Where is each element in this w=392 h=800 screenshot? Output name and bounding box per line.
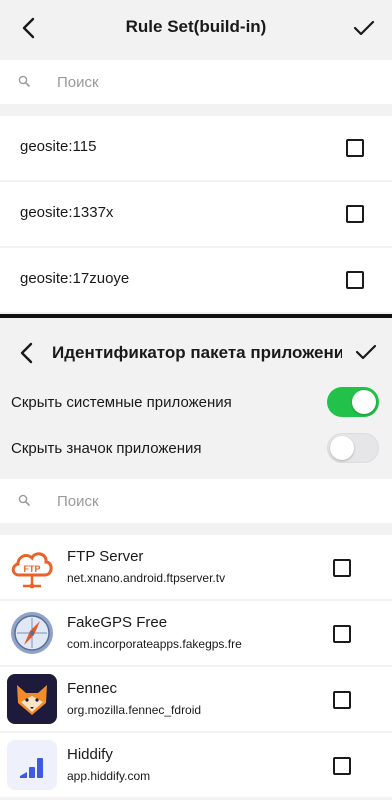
toggle-label: Скрыть значок приложения [11,440,202,457]
search-input[interactable]: Поиск [0,479,392,523]
app-row[interactable]: FakeGPS Free com.incorporateapps.fakegps… [0,601,392,665]
app-package: net.xnano.android.ftpserver.tv [67,571,226,585]
ftp-icon-text: FTP [24,564,41,574]
app-checkbox[interactable] [333,757,351,775]
hide-system-apps-row: Скрыть системные приложения [0,379,392,425]
rule-row[interactable]: geosite:17zuoye [0,248,392,312]
rule-row[interactable]: geosite:115 [0,116,392,180]
app-checkbox[interactable] [333,559,351,577]
app-checkbox[interactable] [333,691,351,709]
confirm-button[interactable] [352,338,380,366]
page-title: Идентификатор пакета приложения [52,343,342,362]
back-button[interactable] [12,338,40,368]
app-checkbox[interactable] [333,625,351,643]
app-row[interactable]: Hiddify app.hiddify.com [0,733,392,797]
rule-set-header: Rule Set(build-in) [0,0,392,56]
package-id-header: Идентификатор пакета приложения [0,318,392,378]
ftp-cloud-icon: FTP [7,542,57,592]
hide-app-icon-toggle[interactable] [327,433,379,463]
hide-system-apps-toggle[interactable] [327,387,379,417]
checkmark-icon [353,20,375,36]
search-placeholder: Поиск [57,73,99,91]
rule-label: geosite:17zuoye [20,270,130,287]
toggle-knob [352,390,376,414]
search-icon [18,75,30,87]
page-title: Rule Set(build-in) [125,17,267,36]
hiddify-bars-icon [7,740,57,790]
hide-app-icon-row: Скрыть значок приложения [0,425,392,471]
app-package: app.hiddify.com [67,769,151,783]
rule-checkbox[interactable] [346,271,364,289]
search-icon [18,494,30,506]
toggle-knob [330,436,354,460]
rule-label: geosite:1337x [20,204,114,221]
app-package: org.mozilla.fennec_fdroid [67,703,202,717]
compass-icon [7,608,57,658]
rule-row[interactable]: geosite:1337x [0,182,392,246]
chevron-left-icon [20,342,33,364]
rule-checkbox[interactable] [346,139,364,157]
rule-label: geosite:115 [20,138,97,155]
app-name: FTP Server [67,548,144,565]
rule-checkbox[interactable] [346,205,364,223]
fennec-fox-icon [7,674,57,724]
app-name: Fennec [67,680,118,697]
app-row[interactable]: FTP FTP Server net.xnano.android.ftpserv… [0,535,392,599]
search-input[interactable]: Поиск [0,60,392,104]
confirm-button[interactable] [350,14,378,42]
app-row[interactable]: Fennec org.mozilla.fennec_fdroid [0,667,392,731]
search-placeholder: Поиск [57,492,99,510]
app-name: Hiddify [67,746,113,763]
app-name: FakeGPS Free [67,614,168,631]
toggle-label: Скрыть системные приложения [11,394,232,411]
app-package: com.incorporateapps.fakegps.fre [67,637,242,651]
checkmark-icon [355,344,377,360]
